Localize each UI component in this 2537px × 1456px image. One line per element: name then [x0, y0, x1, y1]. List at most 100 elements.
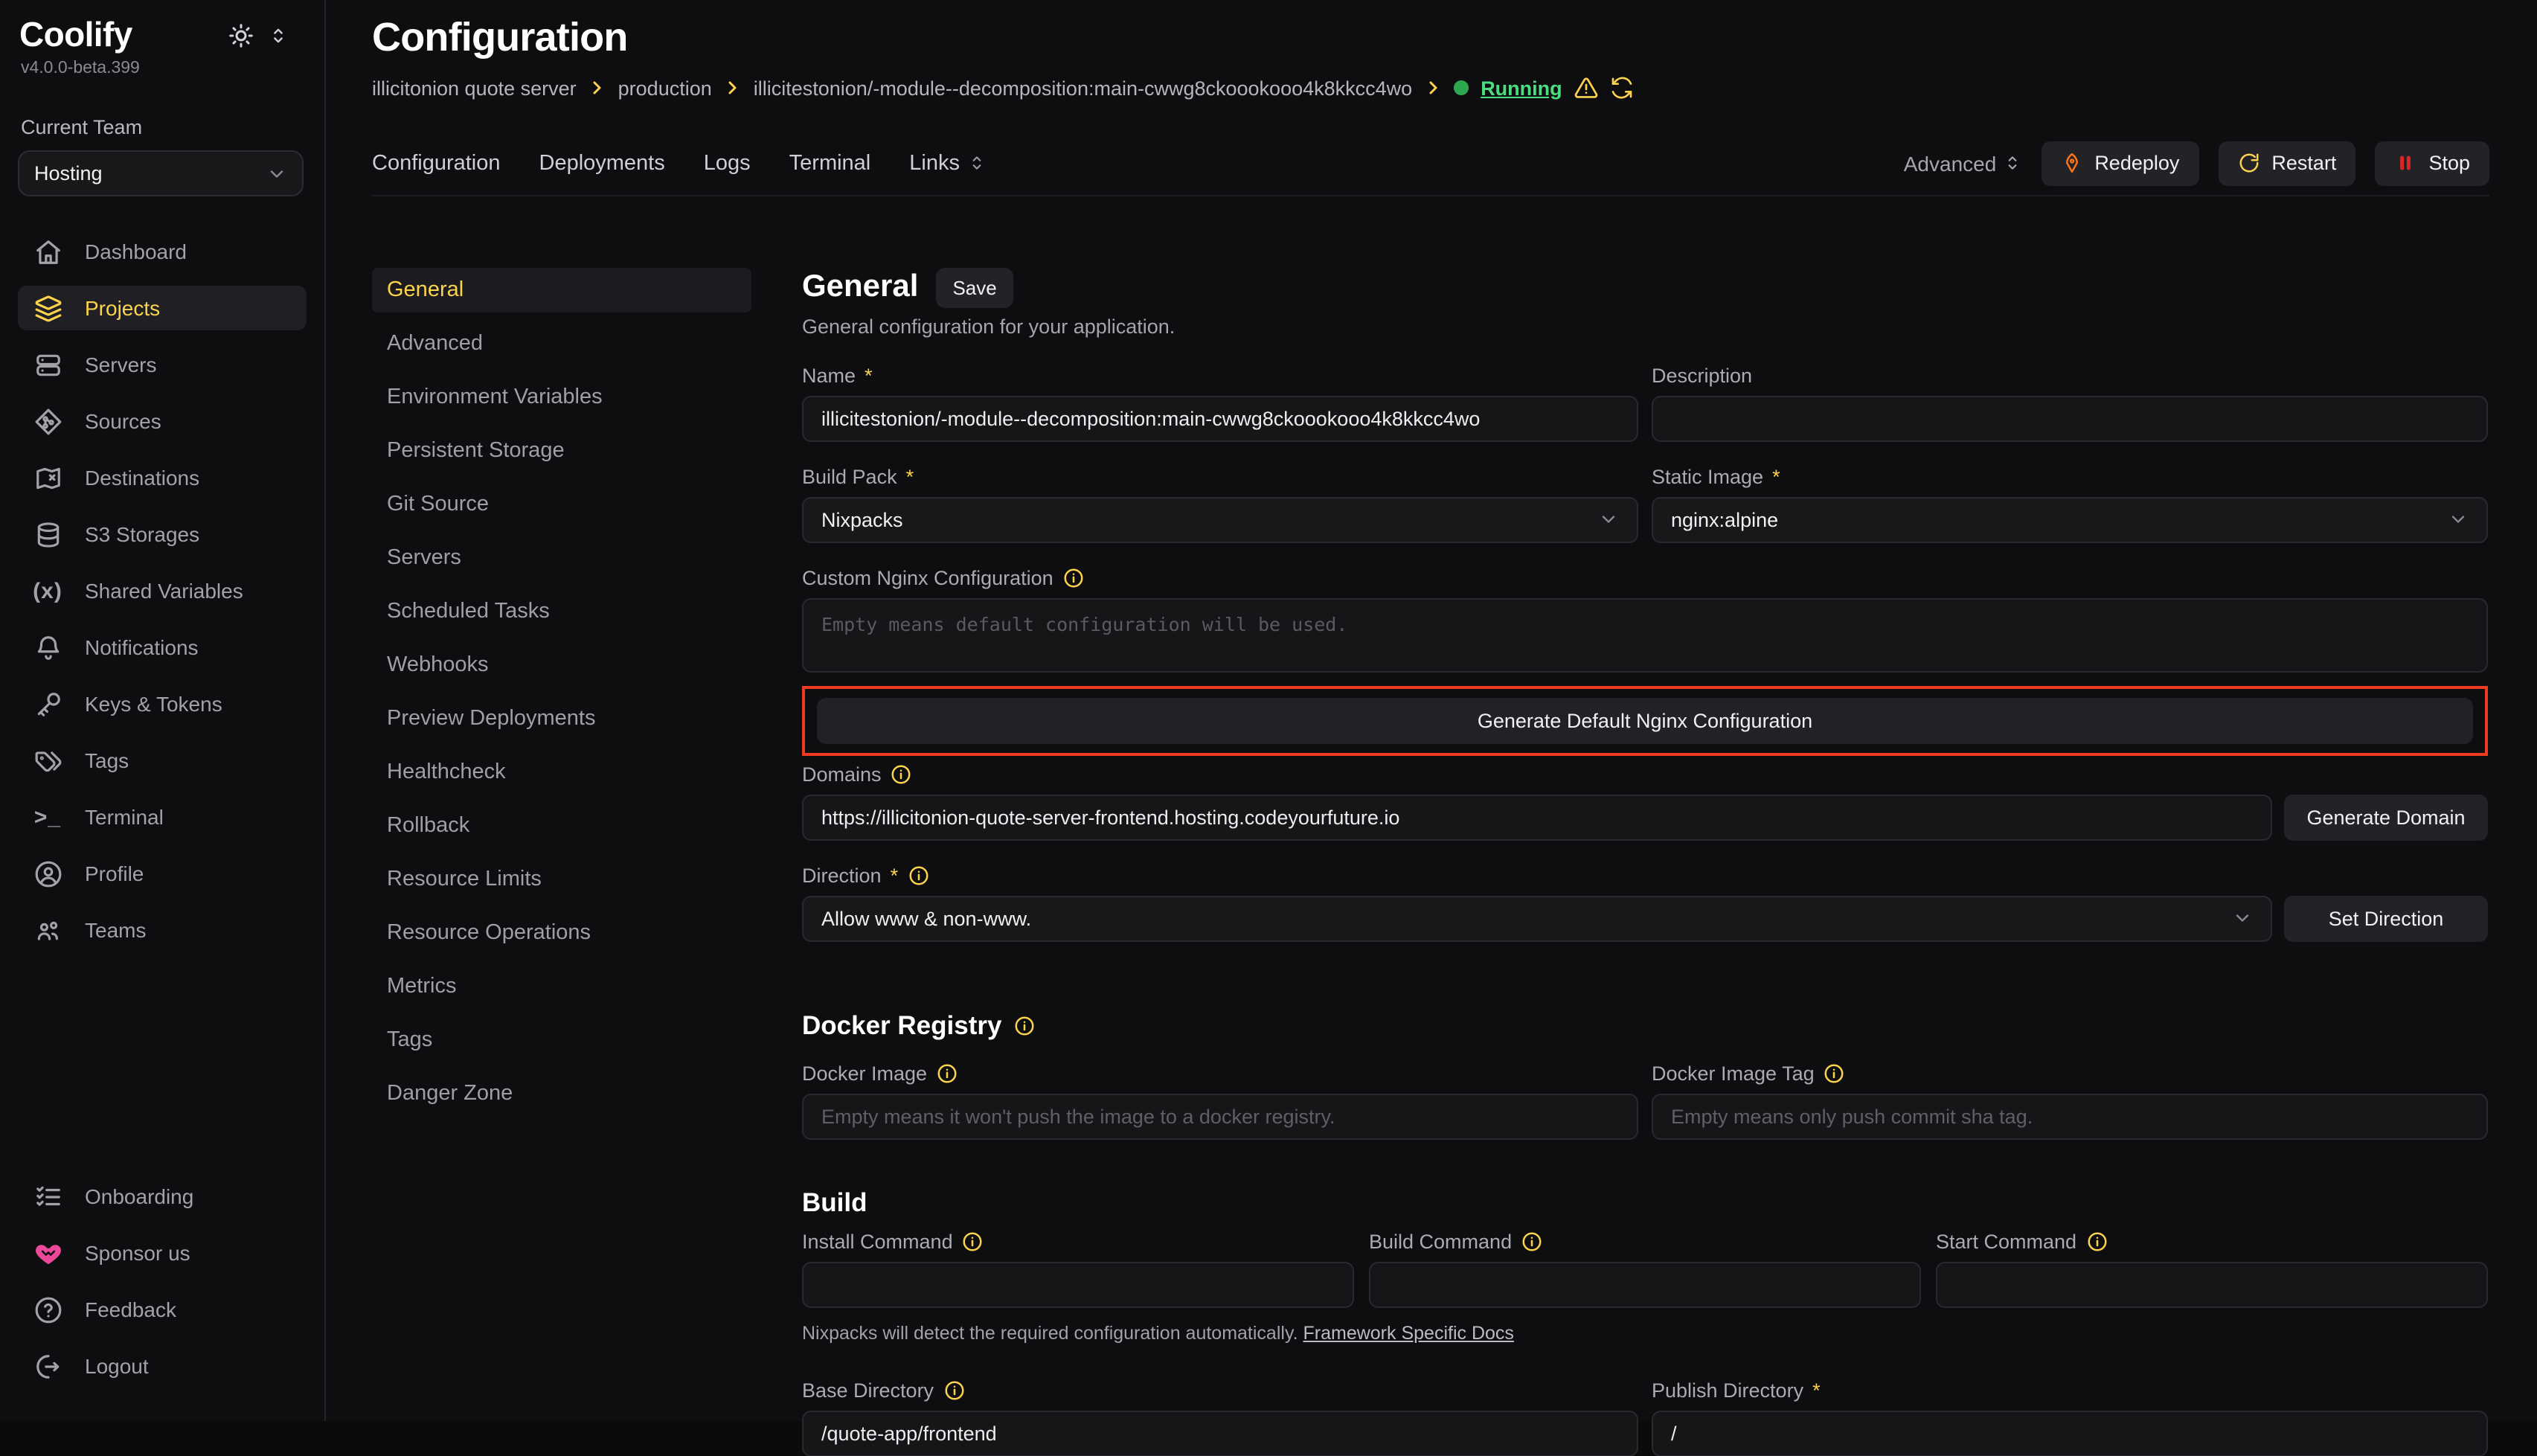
subnav-persistent-storage[interactable]: Persistent Storage	[372, 428, 751, 472]
direction-select[interactable]: Allow www & non-www.	[802, 895, 2272, 941]
start-command-label: Start Command	[1936, 1230, 2076, 1252]
sidebar-item-label: Terminal	[85, 805, 164, 829]
annotation-highlight-box: Generate Default Nginx Configuration	[802, 685, 2488, 755]
subnav-rollback[interactable]: Rollback	[372, 803, 751, 847]
docker-image-input[interactable]	[802, 1093, 1638, 1139]
sidebar-collapse-chevrons-icon[interactable]	[268, 25, 289, 45]
sidebar-item-label: Shared Variables	[85, 579, 243, 603]
redeploy-button[interactable]: Redeploy	[2041, 141, 2198, 186]
build-command-input[interactable]	[1369, 1261, 1921, 1307]
subnav-webhooks[interactable]: Webhooks	[372, 642, 751, 687]
map-icon	[33, 464, 62, 492]
sidebar-item-onboarding[interactable]: Onboarding	[18, 1174, 307, 1219]
publish-directory-input[interactable]	[1652, 1410, 2488, 1456]
description-input[interactable]	[1652, 395, 2488, 441]
breadcrumb-environment[interactable]: production	[618, 77, 712, 99]
build-heading: Build	[802, 1187, 867, 1218]
set-direction-button[interactable]: Set Direction	[2284, 895, 2488, 941]
subnav-tags[interactable]: Tags	[372, 1017, 751, 1062]
subnav-general[interactable]: General	[372, 267, 751, 312]
chevrons-up-down-icon	[2002, 154, 2021, 173]
general-form: General Save General configuration for y…	[802, 267, 2488, 1421]
install-command-input[interactable]	[802, 1261, 1354, 1307]
static-image-select[interactable]: nginx:alpine	[1652, 496, 2488, 542]
name-input[interactable]	[802, 395, 1638, 441]
sidebar-item-dashboard[interactable]: Dashboard	[18, 229, 307, 274]
info-icon	[1062, 566, 1085, 589]
sidebar-item-logout[interactable]: Logout	[18, 1344, 307, 1388]
sidebar-item-label: Sponsor us	[85, 1241, 190, 1265]
info-icon	[907, 864, 929, 886]
docker-image-tag-input[interactable]	[1652, 1093, 2488, 1139]
save-button[interactable]: Save	[936, 267, 1013, 307]
breadcrumb-project[interactable]: illicitonion quote server	[372, 77, 577, 99]
sidebar-item-profile[interactable]: Profile	[18, 851, 307, 896]
info-icon	[1824, 1062, 1846, 1084]
subnav-resource-operations[interactable]: Resource Operations	[372, 910, 751, 955]
breadcrumb-resource[interactable]: illicitestonion/-module--decomposition:m…	[754, 77, 1412, 99]
advanced-dropdown[interactable]: Advanced	[1904, 152, 2022, 176]
user-circle-icon	[33, 859, 62, 888]
section-title: General	[802, 269, 918, 305]
tab-deployments[interactable]: Deployments	[539, 152, 665, 176]
tab-logs[interactable]: Logs	[704, 152, 751, 176]
nixpacks-note: Nixpacks will detect the required config…	[802, 1322, 2488, 1343]
sidebar-item-feedback[interactable]: Feedback	[18, 1287, 307, 1332]
subnav-preview-deployments[interactable]: Preview Deployments	[372, 696, 751, 740]
subnav-advanced[interactable]: Advanced	[372, 321, 751, 365]
info-icon	[943, 1379, 965, 1401]
docker-image-tag-label: Docker Image Tag	[1652, 1062, 1815, 1084]
sidebar-item-notifications[interactable]: Notifications	[18, 625, 307, 670]
subnav-danger-zone[interactable]: Danger Zone	[372, 1071, 751, 1115]
subnav-git-source[interactable]: Git Source	[372, 481, 751, 526]
sidebar-item-terminal[interactable]: >_ Terminal	[18, 795, 307, 839]
sidebar-item-shared-variables[interactable]: (x) Shared Variables	[18, 568, 307, 613]
status-dot	[1454, 80, 1469, 95]
subnav-metrics[interactable]: Metrics	[372, 963, 751, 1008]
team-select-value: Hosting	[34, 162, 103, 185]
domains-input[interactable]	[802, 794, 2272, 840]
nginx-config-textarea[interactable]	[802, 597, 2488, 672]
subnav-healthcheck[interactable]: Healthcheck	[372, 749, 751, 794]
sidebar-item-sources[interactable]: Sources	[18, 399, 307, 443]
subnav-resource-limits[interactable]: Resource Limits	[372, 856, 751, 901]
base-directory-label: Base Directory	[802, 1379, 934, 1401]
refresh-icon[interactable]	[1610, 76, 1634, 100]
subnav-environment-variables[interactable]: Environment Variables	[372, 374, 751, 419]
status-badge[interactable]: Running	[1481, 77, 1562, 99]
sidebar-item-label: Feedback	[85, 1298, 176, 1321]
framework-docs-link[interactable]: Framework Specific Docs	[1303, 1322, 1514, 1343]
base-directory-input[interactable]	[802, 1410, 1638, 1456]
subnav-servers[interactable]: Servers	[372, 535, 751, 580]
server-stack-icon	[33, 350, 62, 379]
tab-links[interactable]: Links	[909, 152, 987, 176]
chevrons-up-down-icon	[967, 154, 987, 173]
sidebar: Coolify v4.0.0-beta.399 Current Team Hos…	[0, 0, 326, 1421]
build-pack-select[interactable]: Nixpacks	[802, 496, 1638, 542]
subnav-scheduled-tasks[interactable]: Scheduled Tasks	[372, 589, 751, 633]
tab-configuration[interactable]: Configuration	[372, 152, 501, 176]
generate-nginx-config-button[interactable]: Generate Default Nginx Configuration	[817, 697, 2473, 743]
status-indicator: Running	[1454, 76, 1633, 100]
start-command-input[interactable]	[1936, 1261, 2488, 1307]
sidebar-item-teams[interactable]: Teams	[18, 908, 307, 952]
pause-bars-icon	[2394, 153, 2416, 175]
sidebar-item-keys-tokens[interactable]: Keys & Tokens	[18, 682, 307, 726]
sidebar-item-s3-storages[interactable]: S3 Storages	[18, 512, 307, 557]
generate-domain-button[interactable]: Generate Domain	[2284, 794, 2488, 840]
sidebar-item-destinations[interactable]: Destinations	[18, 455, 307, 500]
sidebar-item-projects[interactable]: Projects	[18, 286, 307, 330]
restart-button[interactable]: Restart	[2218, 141, 2355, 186]
coolify-app: Coolify v4.0.0-beta.399 Current Team Hos…	[0, 0, 2537, 1421]
sidebar-item-tags[interactable]: Tags	[18, 738, 307, 783]
theme-toggle-sun-icon[interactable]	[228, 22, 254, 48]
required-marker: *	[1772, 465, 1780, 487]
chevron-down-icon	[1598, 509, 1619, 530]
app-logo: Coolify	[19, 15, 132, 55]
team-select[interactable]: Hosting	[18, 150, 304, 196]
stop-button[interactable]: Stop	[2375, 141, 2489, 186]
sidebar-item-servers[interactable]: Servers	[18, 342, 307, 387]
tab-terminal[interactable]: Terminal	[789, 152, 871, 176]
description-label: Description	[1652, 364, 1752, 386]
sidebar-item-sponsor-us[interactable]: Sponsor us	[18, 1231, 307, 1275]
